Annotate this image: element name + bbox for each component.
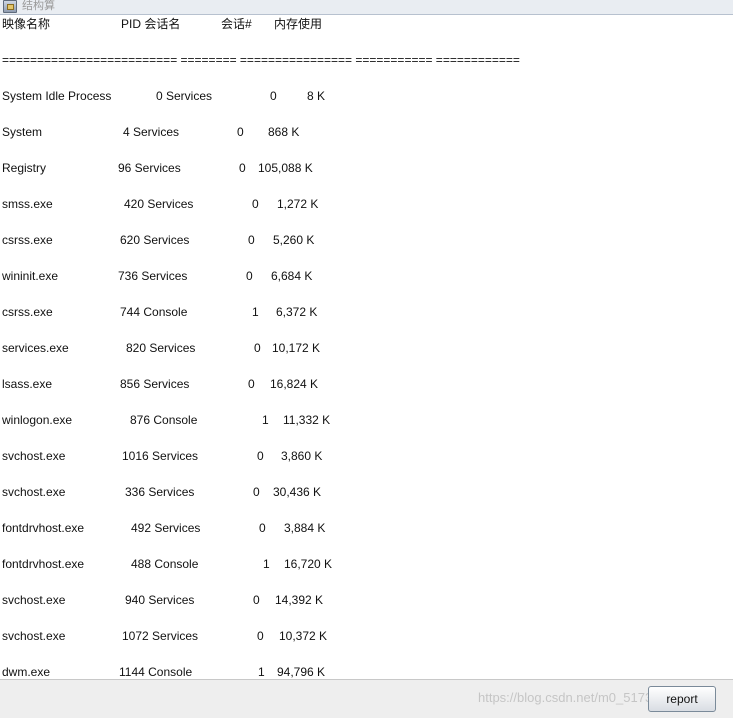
process-row: dwm.exe 1144 Console 1 94,796 K	[2, 664, 325, 679]
process-session-number: 1	[252, 305, 259, 319]
process-pid-session: 876 Console	[130, 413, 198, 427]
process-pid-session: 940 Services	[125, 593, 195, 607]
process-memory: 30,436 K	[273, 485, 322, 499]
process-name: winlogon.exe	[2, 413, 73, 427]
process-session-number: 0	[259, 521, 266, 535]
process-name: csrss.exe	[2, 305, 53, 319]
process-pid-session: 96 Services	[118, 161, 181, 175]
process-pid-session: 1144 Console	[119, 665, 193, 679]
header-line: 映像名称 PID 会话名 会话# 内存使用	[2, 16, 322, 32]
process-pid-session: 420 Services	[124, 197, 194, 211]
process-session-number: 0	[257, 449, 264, 463]
process-session-number: 0	[248, 377, 255, 391]
process-session-number: 1	[263, 557, 270, 571]
process-memory: 10,172 K	[272, 341, 321, 355]
process-session-number: 0	[248, 233, 255, 247]
process-row: svchost.exe 1072 Services 0 10,372 K	[2, 628, 327, 644]
process-session-number: 0	[254, 341, 261, 355]
process-memory: 1,272 K	[277, 197, 319, 211]
process-name: fontdrvhost.exe	[2, 557, 85, 571]
header-memory-usage: 内存使用	[274, 17, 323, 31]
output-text-area[interactable]: 映像名称 PID 会话名 会话# 内存使用 ==================…	[0, 15, 733, 679]
process-name: smss.exe	[2, 197, 53, 211]
process-name: dwm.exe	[2, 665, 51, 679]
header-image-name: 映像名称	[2, 17, 51, 31]
process-row: System Idle Process 0 Services 0 8 K	[2, 88, 325, 104]
process-pid-session: 856 Services	[120, 377, 190, 391]
process-memory: 3,884 K	[284, 521, 326, 535]
process-memory: 14,392 K	[275, 593, 324, 607]
header-pid-session: PID 会话名	[121, 17, 181, 31]
process-row: fontdrvhost.exe 488 Console 1 16,720 K	[2, 556, 332, 572]
process-name: lsass.exe	[2, 377, 53, 391]
process-session-number: 0	[239, 161, 246, 175]
process-name: services.exe	[2, 341, 69, 355]
process-pid-session: 4 Services	[123, 125, 180, 139]
process-name: wininit.exe	[2, 269, 59, 283]
process-name: fontdrvhost.exe	[2, 521, 85, 535]
process-memory: 105,088 K	[258, 161, 313, 175]
process-name: Registry	[2, 161, 47, 175]
process-row: wininit.exe 736 Services 0 6,684 K	[2, 268, 312, 284]
process-name: svchost.exe	[2, 629, 66, 643]
process-session-number: 0	[246, 269, 253, 283]
process-session-number: 0	[253, 593, 260, 607]
process-row: smss.exe 420 Services 0 1,272 K	[2, 196, 318, 212]
process-session-number: 1	[258, 665, 265, 679]
process-pid-session: 0 Services	[156, 89, 213, 103]
process-row: svchost.exe 1016 Services 0 3,860 K	[2, 448, 322, 464]
process-memory: 5,260 K	[273, 233, 315, 247]
process-memory: 10,372 K	[279, 629, 328, 643]
process-pid-session: 736 Services	[118, 269, 188, 283]
process-memory: 3,860 K	[281, 449, 323, 463]
process-row: svchost.exe 940 Services 0 14,392 K	[2, 592, 323, 608]
process-row: fontdrvhost.exe 492 Services 0 3,884 K	[2, 520, 325, 536]
title-bar: 结构算	[0, 0, 733, 15]
process-memory: 16,824 K	[270, 377, 319, 391]
process-session-number: 1	[262, 413, 269, 427]
separator-line: ========================= ======== =====…	[2, 53, 520, 67]
process-pid-session: 1072 Services	[122, 629, 199, 643]
process-name: csrss.exe	[2, 233, 53, 247]
process-memory: 11,332 K	[283, 413, 331, 427]
process-pid-session: 492 Services	[131, 521, 201, 535]
process-row: csrss.exe 744 Console 1 6,372 K	[2, 304, 317, 320]
process-memory: 94,796 K	[277, 665, 326, 679]
process-row: Registry 96 Services 0 105,088 K	[2, 160, 313, 176]
process-row: svchost.exe 336 Services 0 30,436 K	[2, 484, 321, 500]
button-panel: https://blog.csdn.net/m0_51731312 report	[0, 679, 733, 718]
process-pid-session: 336 Services	[125, 485, 195, 499]
window-title: 结构算	[22, 0, 55, 12]
process-name: svchost.exe	[2, 485, 66, 499]
process-name: System	[2, 125, 43, 139]
process-memory: 8 K	[307, 89, 326, 103]
process-row: services.exe 820 Services 0 10,172 K	[2, 340, 320, 356]
process-memory: 6,684 K	[271, 269, 313, 283]
java-app-icon	[3, 0, 17, 13]
process-pid-session: 620 Services	[120, 233, 190, 247]
process-memory: 16,720 K	[284, 557, 333, 571]
process-row: lsass.exe 856 Services 0 16,824 K	[2, 376, 318, 392]
process-pid-session: 1016 Services	[122, 449, 199, 463]
process-memory: 868 K	[268, 125, 300, 139]
process-name: svchost.exe	[2, 449, 66, 463]
process-session-number: 0	[237, 125, 244, 139]
process-row: System 4 Services 0 868 K	[2, 124, 299, 140]
process-pid-session: 820 Services	[126, 341, 196, 355]
process-session-number: 0	[253, 485, 260, 499]
process-memory: 6,372 K	[276, 305, 318, 319]
process-session-number: 0	[252, 197, 259, 211]
process-pid-session: 488 Console	[131, 557, 199, 571]
process-pid-session: 744 Console	[120, 305, 188, 319]
report-button[interactable]: report	[648, 686, 716, 712]
process-name: svchost.exe	[2, 593, 66, 607]
process-name: System Idle Process	[2, 89, 112, 103]
process-row: csrss.exe 620 Services 0 5,260 K	[2, 232, 314, 248]
process-session-number: 0	[257, 629, 264, 643]
process-session-number: 0	[270, 89, 277, 103]
header-session-number: 会话#	[221, 17, 252, 31]
process-row: winlogon.exe 876 Console 1 11,332 K	[2, 412, 330, 428]
